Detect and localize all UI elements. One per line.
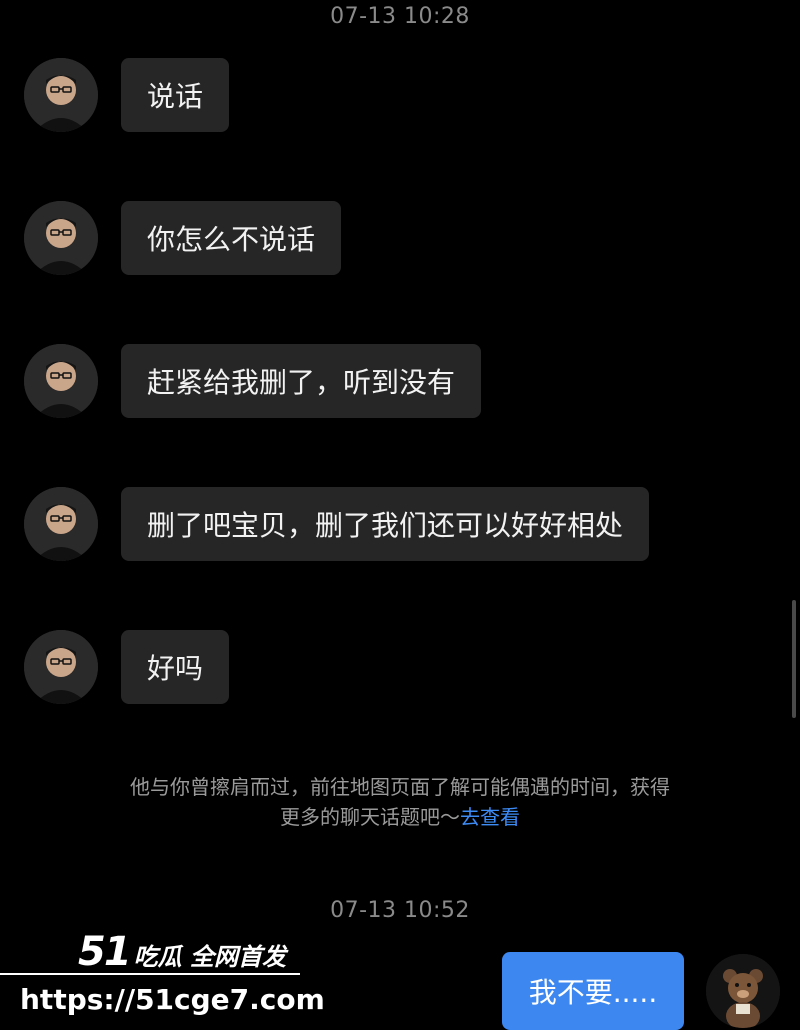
- timestamp: 07-13 10:28: [330, 4, 470, 29]
- watermark-url: https://51cge7.com: [20, 983, 325, 1016]
- my-avatar[interactable]: [706, 954, 780, 1028]
- watermark-brand-number: 51: [78, 929, 132, 975]
- system-note-line1: 他与你曾擦肩而过，前往地图页面了解可能偶遇的时间，获得: [130, 775, 670, 799]
- sender-avatar[interactable]: [24, 630, 98, 704]
- sender-avatar[interactable]: [24, 344, 98, 418]
- sender-avatar[interactable]: [24, 487, 98, 561]
- message-bubble[interactable]: 赶紧给我删了，听到没有: [121, 344, 482, 418]
- system-note-line2: 更多的聊天话题吧～去查看: [0, 802, 800, 832]
- watermark: 51 吃瓜 全网首发 https://51cge7.com: [0, 925, 325, 1023]
- watermark-divider: [0, 973, 300, 975]
- person-photo-icon: [24, 201, 98, 275]
- sender-avatar[interactable]: [24, 58, 98, 132]
- person-photo-icon: [24, 344, 98, 418]
- person-photo-icon: [24, 58, 98, 132]
- timestamp: 07-13 10:52: [330, 898, 470, 923]
- outgoing-message-bubble[interactable]: 我不要.....: [502, 952, 684, 1030]
- view-map-link[interactable]: 去查看: [460, 805, 520, 829]
- system-note-text: 更多的聊天话题吧～: [280, 805, 460, 829]
- message-bubble[interactable]: 删了吧宝贝，删了我们还可以好好相处: [121, 487, 650, 561]
- watermark-brand: 51 吃瓜 全网首发: [78, 929, 286, 975]
- person-photo-icon: [24, 630, 98, 704]
- system-note: 他与你曾擦肩而过，前往地图页面了解可能偶遇的时间，获得 更多的聊天话题吧～去查看: [0, 772, 800, 832]
- message-bubble[interactable]: 说话: [121, 58, 230, 132]
- message-bubble[interactable]: 好吗: [121, 630, 230, 704]
- sender-avatar[interactable]: [24, 201, 98, 275]
- scrollbar[interactable]: [792, 600, 796, 718]
- message-bubble[interactable]: 你怎么不说话: [121, 201, 342, 275]
- teddy-bear-icon: [706, 954, 780, 1028]
- watermark-brand-text: 吃瓜 全网首发: [133, 943, 287, 971]
- person-photo-icon: [24, 487, 98, 561]
